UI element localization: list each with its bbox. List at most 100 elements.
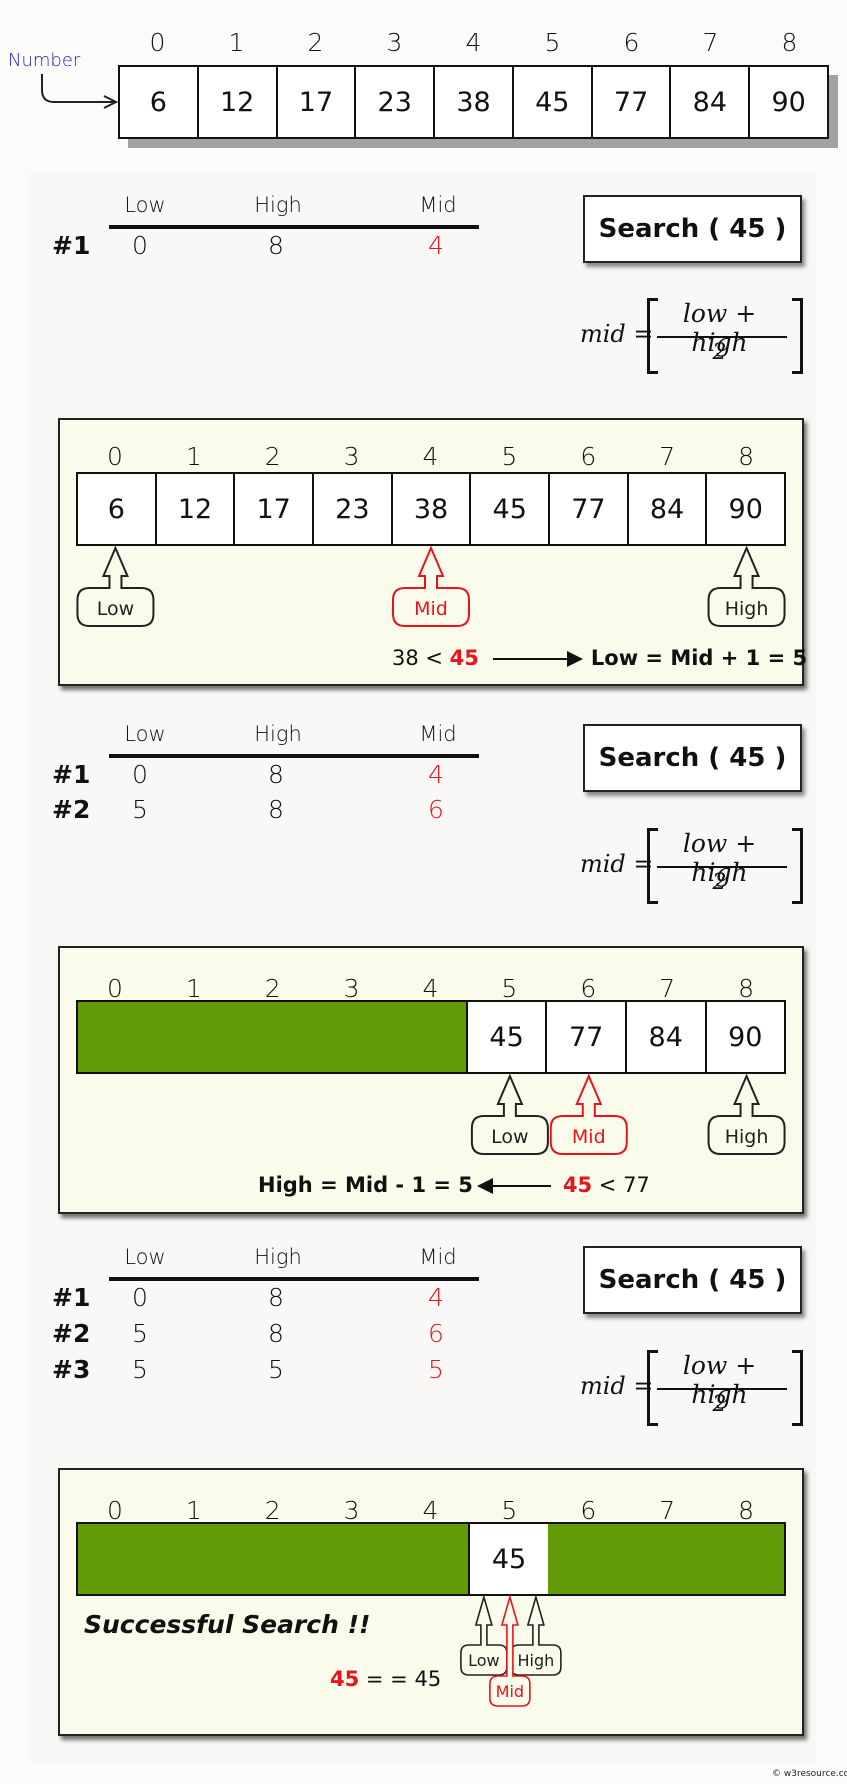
number-label: Number (8, 50, 81, 71)
high-pointer-label: High (725, 1126, 769, 1148)
low-pointer-label: Low (97, 598, 134, 620)
array-cell: 12 (196, 67, 276, 137)
low-pointer: Low (460, 1594, 508, 1676)
step-label: #2 (52, 1319, 91, 1348)
step-mid: 4 (428, 760, 444, 789)
formula-lhs: mid = (580, 1372, 654, 1400)
step-panel: 0 1 2 3 4 5 6 7 8 45 77 84 90 Low Mid High High = Mid - … (58, 946, 804, 1214)
formula-fraction-bar (657, 1388, 787, 1390)
array-cell: 6 (120, 67, 197, 137)
mid-pointer-label: Mid (496, 1682, 524, 1701)
step-high: 8 (268, 231, 284, 260)
formula-denominator: 2 (712, 870, 727, 895)
search-box: Search ( 45 ) (583, 195, 802, 263)
step-label: #3 (52, 1355, 91, 1384)
array-cell: 90 (748, 67, 828, 137)
comparison-note: High = Mid - 1 = 5 45 < 77 (258, 1173, 650, 1197)
table-header-mid: Mid (419, 193, 457, 217)
mid-formula: mid = low + high 2 (580, 828, 805, 904)
high-pointer-label: High (725, 598, 769, 620)
left-arrow-icon (492, 1185, 551, 1187)
compare-target: 45 (330, 1667, 360, 1691)
mid-pointer-label: Mid (414, 598, 448, 620)
comparison-note: 38 < 45 Low = Mid + 1 = 5 (392, 646, 807, 670)
formula-fraction-bar (657, 866, 787, 868)
compare-right: = = 45 (359, 1667, 442, 1691)
pointer-layer: Low High Mid (460, 1594, 562, 1707)
high-pointer: High (707, 545, 786, 627)
step-high: 8 (268, 795, 284, 824)
update-result: Low = Mid + 1 = 5 (590, 646, 808, 670)
step-mid: 5 (428, 1355, 444, 1384)
mid-pointer: Mid (392, 545, 470, 627)
mid-pointer-label: Mid (572, 1126, 606, 1148)
array-cell: 17 (275, 67, 355, 137)
comparison-note: 45 = = 45 (330, 1667, 441, 1691)
step-high: 8 (268, 1283, 284, 1312)
low-pointer: Low (76, 545, 155, 627)
high-pointer: High (510, 1594, 562, 1676)
table-header-mid: Mid (419, 722, 457, 746)
number-arrow-icon (41, 74, 119, 109)
top-array: 6 12 17 23 38 45 77 84 90 (118, 65, 829, 139)
step-panel: 0 1 2 3 4 5 6 7 8 6 12 17 23 38 45 77 84 90 Low Mid High 38 <… (58, 418, 807, 686)
low-pointer-label: Low (468, 1651, 500, 1670)
left-arrowhead-icon (476, 1178, 493, 1194)
mid-formula: mid = low + high 2 (580, 1350, 805, 1426)
table-header-high: High (254, 193, 302, 217)
index-label: 5 (544, 28, 561, 57)
table-header-high: High (254, 1245, 302, 1269)
formula-denominator: 2 (712, 1392, 727, 1417)
compare-right: < 77 (592, 1173, 650, 1197)
formula-denominator: 2 (712, 340, 727, 365)
formula-fraction-bar (657, 336, 787, 338)
mid-pointer: Mid (549, 1073, 628, 1155)
right-arrow-icon (492, 658, 573, 660)
formula-bracket-right (792, 1350, 803, 1426)
step-high: 5 (268, 1355, 284, 1384)
step-mid: 6 (428, 1319, 444, 1348)
array-cell: 77 (590, 67, 670, 137)
high-pointer: High (707, 1073, 786, 1155)
compare-target: 45 (449, 646, 479, 670)
step-label: #2 (52, 795, 91, 824)
step-mid: 4 (428, 231, 444, 260)
table-divider (109, 1277, 479, 1281)
step-label: #1 (52, 231, 91, 260)
step-panel: 0 1 2 3 4 5 6 7 8 45 Low High Mid Successful Search !… (58, 1468, 804, 1736)
step-high: 8 (268, 1319, 284, 1348)
mid-formula: mid = low + high 2 (580, 298, 805, 374)
index-label: 2 (307, 28, 324, 57)
table-divider (109, 225, 479, 229)
index-label: 7 (702, 28, 719, 57)
step-low: 0 (132, 231, 148, 260)
formula-lhs: mid = (580, 850, 654, 878)
formula-lhs: mid = (580, 320, 654, 348)
index-label: 4 (465, 28, 482, 57)
high-pointer-label: High (517, 1651, 554, 1670)
table-header-low: Low (124, 722, 166, 746)
index-label: 1 (228, 28, 245, 57)
search-box: Search ( 45 ) (583, 1246, 802, 1314)
array-cell: 84 (669, 67, 749, 137)
watermark: © w3resource.com (772, 1769, 847, 1779)
formula-bracket-right (792, 298, 803, 374)
step-mid: 4 (428, 1283, 444, 1312)
table-header-high: High (254, 722, 302, 746)
table-header-mid: Mid (419, 1245, 457, 1269)
array-cell: 23 (354, 67, 434, 137)
search-box: Search ( 45 ) (583, 724, 802, 792)
array-cell: 45 (511, 67, 591, 137)
step-low: 0 (132, 760, 148, 789)
index-label: 6 (623, 28, 640, 57)
table-header-low: Low (124, 1245, 166, 1269)
index-label: 8 (781, 28, 798, 57)
compare-target: 45 (562, 1173, 593, 1197)
step-low: 5 (132, 1355, 148, 1384)
index-label: 3 (386, 28, 403, 57)
step-label: #1 (52, 760, 91, 789)
step-low: 5 (132, 1319, 148, 1348)
low-pointer: Low (470, 1073, 549, 1155)
step-low: 0 (132, 1283, 148, 1312)
array-shadow (829, 75, 838, 148)
